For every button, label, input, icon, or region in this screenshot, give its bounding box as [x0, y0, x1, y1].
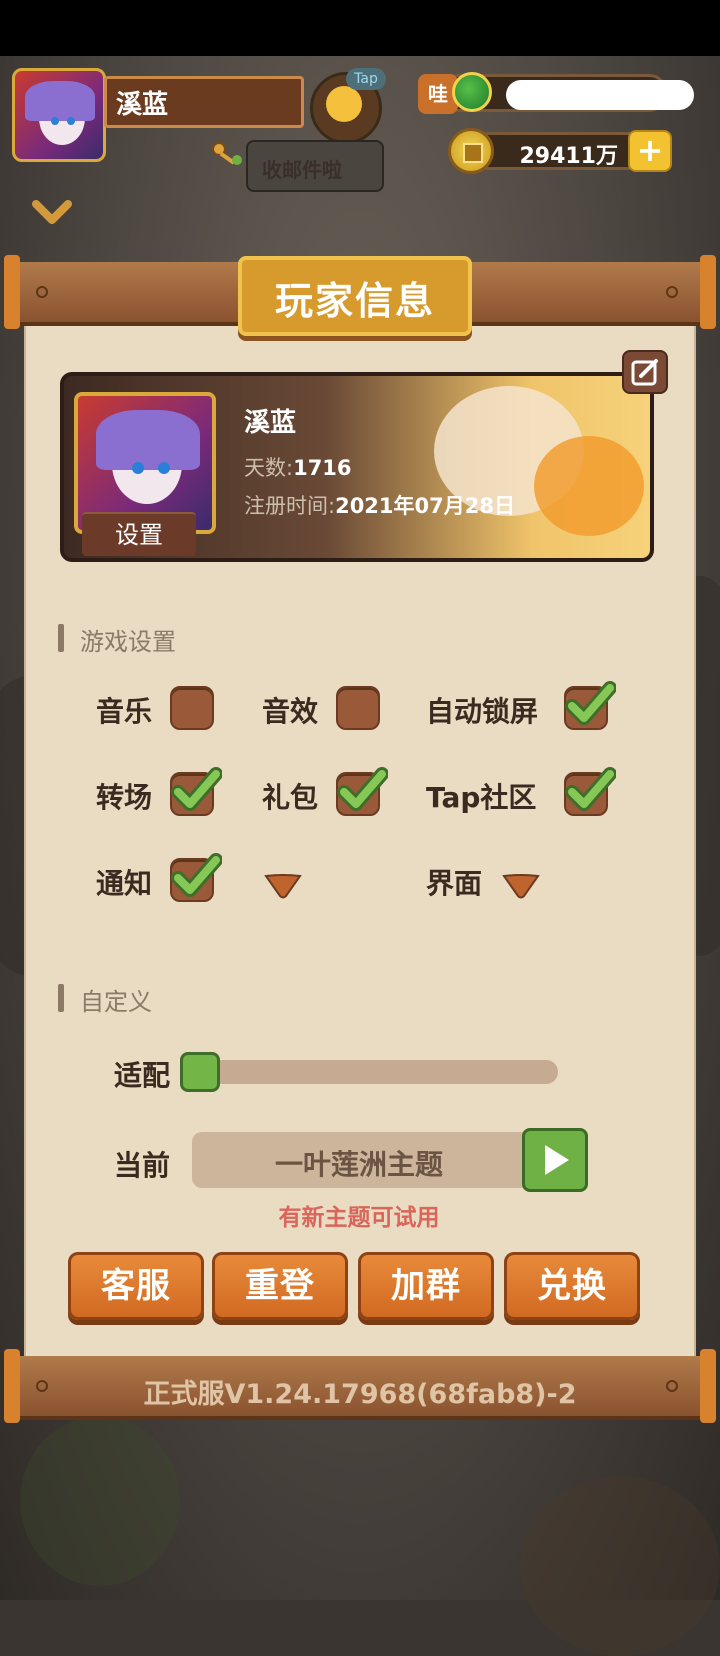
join-group-button[interactable]: 加群	[358, 1252, 494, 1320]
panel-title: 玩家信息	[274, 279, 435, 323]
setting-label: Tap社区	[426, 781, 537, 814]
section-marker	[58, 984, 64, 1012]
setting-label: 礼包	[262, 781, 319, 814]
setting-checkbox[interactable]	[170, 767, 222, 816]
edit-profile-button[interactable]	[622, 350, 668, 394]
setting-checkbox[interactable]	[336, 767, 388, 816]
setting-checkbox[interactable]	[336, 686, 380, 730]
tap-badge: Tap	[346, 68, 386, 90]
coin-value: 29411万	[519, 144, 618, 169]
register-row: 注册时间:2021年07月28日	[244, 490, 515, 520]
days-label: 天数:	[244, 456, 294, 480]
setting-checkbox[interactable]	[564, 767, 616, 816]
theme-preview-button[interactable]	[522, 1128, 588, 1192]
section-marker	[58, 624, 64, 652]
jade-icon	[452, 72, 492, 112]
player-avatar[interactable]	[12, 68, 106, 162]
version-text: 正式服V1.24.17968(68fab8)-2	[143, 1379, 577, 1410]
chevron-down-icon[interactable]	[30, 196, 74, 230]
setting-label: 音效	[262, 695, 319, 728]
adapt-slider-label: 适配	[114, 1059, 171, 1092]
tap-mascot-icon	[326, 86, 362, 122]
adapt-slider[interactable]	[182, 1060, 558, 1084]
theme-name: 一叶莲洲主题	[274, 1148, 443, 1181]
redeem-button[interactable]: 兑换	[504, 1252, 640, 1320]
setting-label: 自动锁屏	[426, 695, 539, 728]
key-icon	[212, 142, 242, 165]
mail-text: 收邮件啦	[262, 158, 342, 182]
profile-name: 溪蓝	[244, 408, 297, 438]
days-value: 1716	[293, 456, 352, 480]
jade-value-redacted	[506, 80, 694, 110]
adapt-slider-handle[interactable]	[180, 1052, 220, 1092]
game-settings-title: 游戏设置	[80, 628, 176, 656]
theme-hint: 有新主题可试用	[278, 1205, 440, 1231]
setting-checkbox[interactable]	[564, 681, 616, 730]
custom-section-title: 自定义	[80, 988, 152, 1016]
option-dropdown[interactable]	[262, 870, 304, 904]
register-date: 2021年07月28日	[335, 494, 515, 518]
setting-label: 转场	[96, 781, 153, 814]
dropdown-arrow-icon	[502, 874, 540, 899]
days-row: 天数:1716	[244, 452, 352, 482]
edit-icon	[631, 359, 658, 386]
status-bar	[0, 0, 720, 56]
setting-label: 通知	[96, 867, 153, 900]
register-label: 注册时间:	[244, 494, 336, 518]
add-coins-button[interactable]: +	[628, 130, 672, 172]
play-icon	[545, 1145, 569, 1175]
card-decoration	[534, 436, 644, 536]
current-theme-label: 当前	[114, 1149, 171, 1182]
player-name: 溪蓝	[116, 90, 169, 120]
customer-service-button[interactable]: 客服	[68, 1252, 204, 1320]
setting-checkbox[interactable]	[170, 853, 222, 902]
setting-checkbox[interactable]	[170, 686, 214, 730]
setting-label: 音乐	[96, 695, 153, 728]
coin-hole	[463, 143, 483, 163]
dropdown-arrow-icon	[264, 874, 302, 899]
setting-label: 界面	[426, 867, 483, 900]
interface-dropdown[interactable]	[500, 870, 542, 904]
avatar-settings-button[interactable]: 设置	[82, 512, 196, 556]
relogin-button[interactable]: 重登	[212, 1252, 348, 1320]
